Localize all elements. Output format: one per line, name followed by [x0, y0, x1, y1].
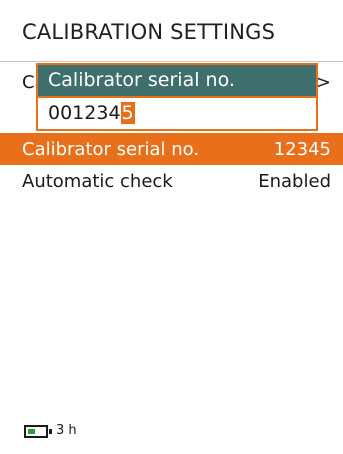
menu-row-automatic-check[interactable]: Automatic check Enabled: [0, 165, 343, 197]
battery-level-fill: [28, 429, 35, 434]
battery-icon: [24, 425, 48, 438]
menu-row-calibrator-serial[interactable]: Calibrator serial no. 12345: [0, 133, 343, 165]
chevron-right-icon: >: [315, 72, 331, 93]
header-divider: [0, 61, 343, 62]
menu-row-value: Enabled: [258, 171, 331, 192]
page-title: CALIBRATION SETTINGS: [22, 20, 276, 44]
battery-time-remaining: 3 h: [56, 423, 77, 438]
menu-row-value: 12345: [273, 139, 331, 160]
serial-input[interactable]: 0012345: [38, 98, 316, 129]
serial-edit-dialog: Calibrator serial no. 0012345: [36, 63, 318, 131]
battery-tip: [49, 429, 52, 434]
screen-header: CALIBRATION SETTINGS: [0, 0, 343, 62]
edit-cursor-digit[interactable]: 5: [120, 102, 135, 124]
menu-row-label: Calibrator serial no.: [22, 139, 200, 160]
menu-row-label: Automatic check: [22, 171, 173, 192]
dialog-title: Calibrator serial no.: [38, 65, 316, 98]
serial-input-value: 001234: [48, 102, 121, 124]
